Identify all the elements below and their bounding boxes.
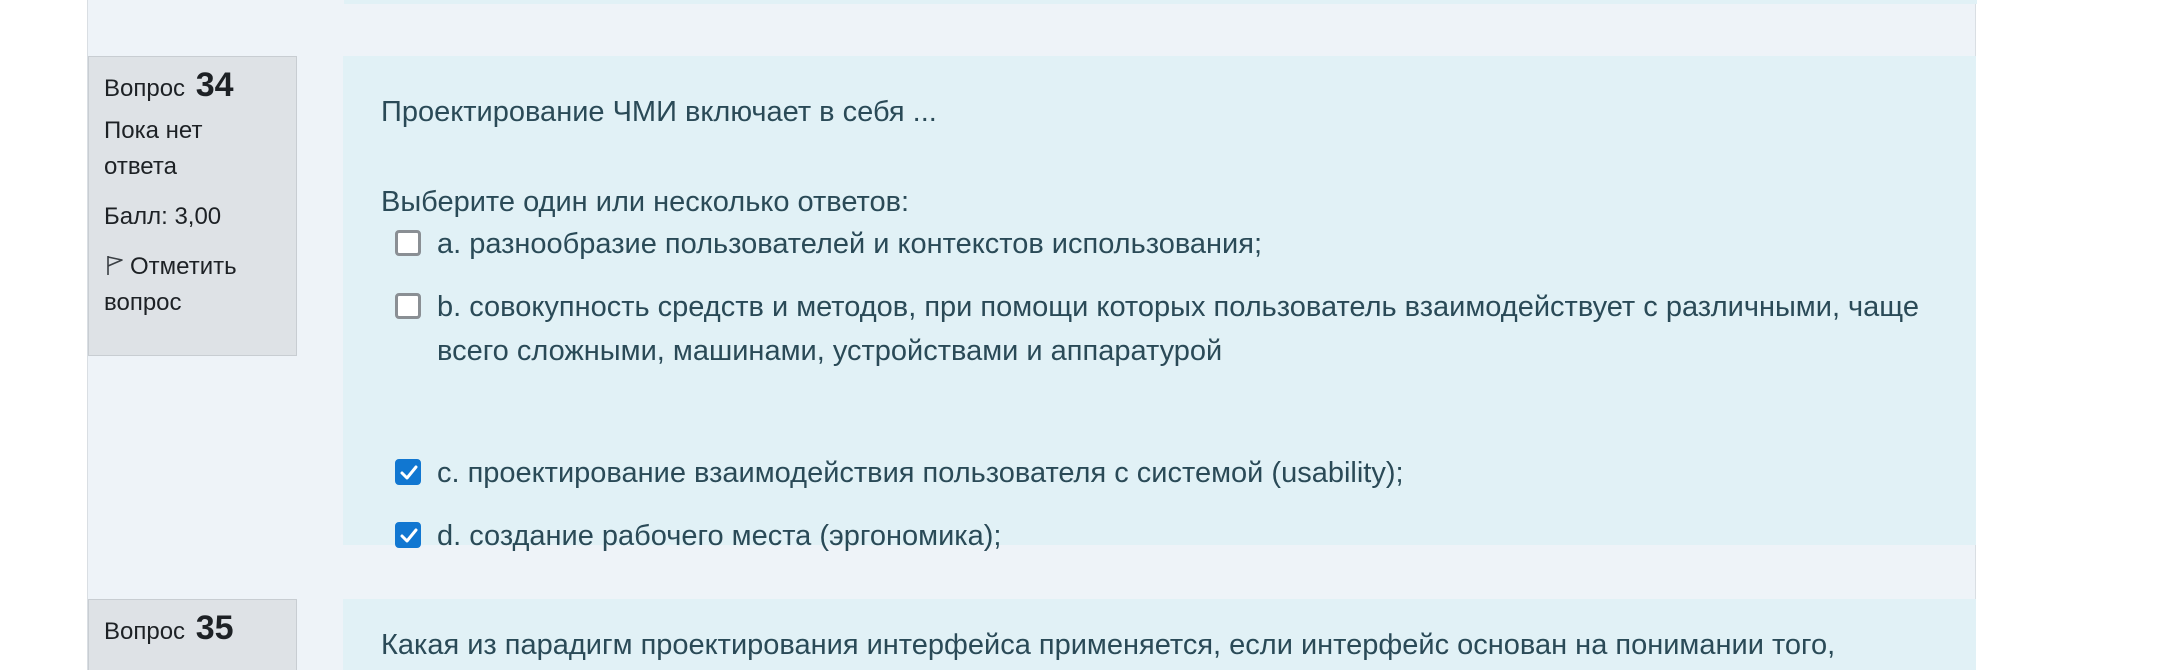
previous-question-bottom [344,0,1977,4]
question-grade: Балл: 3,00 [104,203,222,230]
checkbox-c[interactable] [395,459,421,485]
flag-icon [104,251,126,275]
answer-letter: b. [437,291,462,323]
flag-question-link[interactable]: Отметить вопрос [104,249,264,321]
answer-option-b[interactable]: b. совокупность средств и методов, при по… [395,285,1935,373]
answer-option-d[interactable]: d. создание рабочего места (эргономика); [395,514,1001,558]
answer-letter: d. [437,520,462,552]
answer-text: совокупность средств и методов, при помо… [437,291,1919,367]
checkbox-d[interactable] [395,522,421,548]
answer-option-a[interactable]: a. разнообразие пользователей и контексто… [395,222,1262,266]
question-number-value: 35 [195,609,234,647]
question-number: Вопрос 35 [104,610,281,650]
question-number-value: 34 [195,66,234,104]
question-text: Проектирование ЧМИ включает в себя ... [381,96,937,128]
question-label: Вопрос [104,618,186,645]
answer-text: создание рабочего места (эргономика); [469,520,1002,552]
answer-option-c[interactable]: c. проектирование взаимодействия пользова… [395,451,1404,495]
answer-text: разнообразие пользователей и контекстов … [469,228,1263,260]
question-state: Пока нет ответа [104,117,203,180]
question-formulation: Какая из парадигм проектирования интерфе… [343,599,1976,670]
checkbox-a[interactable] [395,230,421,256]
answer-text: проектирование взаимодействия пользовате… [467,457,1404,489]
answer-prompt: Выберите один или несколько ответов: [381,186,910,218]
answer-letter: a. [437,228,462,260]
check-icon [400,465,418,480]
check-icon [400,528,418,543]
question-text: Какая из парадигм проектирования интерфе… [381,629,1836,661]
question-label: Вопрос [104,75,186,102]
question-number: Вопрос 34 [104,67,281,107]
answer-letter: c. [437,457,460,489]
question-formulation: Проектирование ЧМИ включает в себя ... В… [343,56,1976,552]
question-info: Вопрос 34 Пока нет ответа Балл: 3,00 Отм… [88,56,297,356]
question-info: Вопрос 35 [88,599,297,670]
page: Вопрос 34 Пока нет ответа Балл: 3,00 Отм… [0,0,2172,670]
checkbox-b[interactable] [395,293,421,319]
